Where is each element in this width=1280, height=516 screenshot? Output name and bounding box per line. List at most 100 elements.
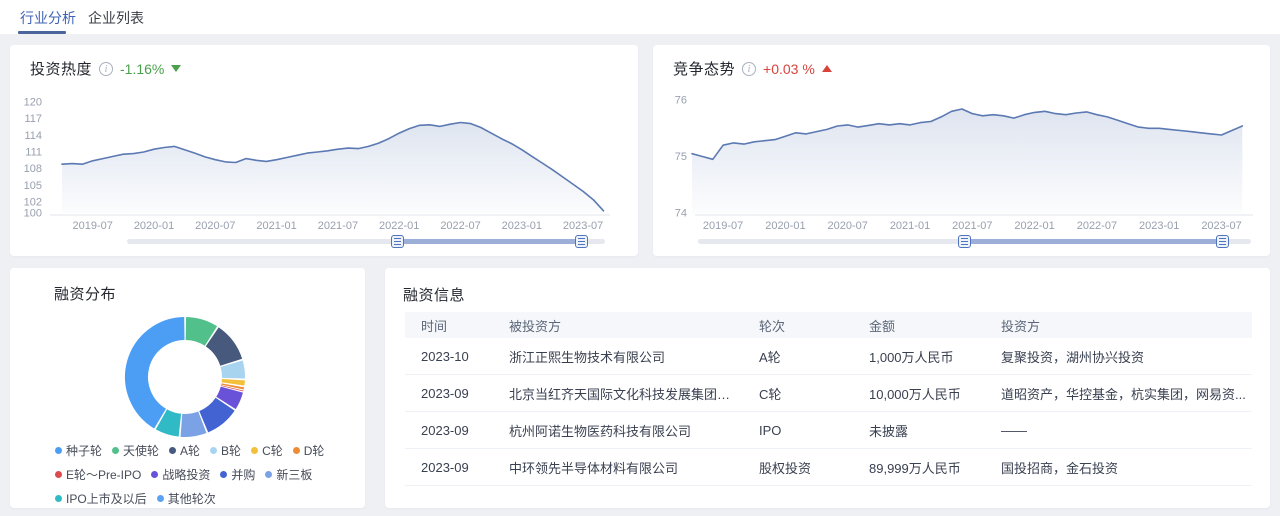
- table-row[interactable]: 2023-09杭州阿诺生物医药科技有限公司IPO未披露——: [405, 412, 1252, 449]
- tab-enterprise-list[interactable]: 企业列表: [88, 0, 144, 34]
- table-cell: 2023-10: [405, 338, 493, 375]
- legend-dot-icon: [265, 471, 272, 478]
- legend-label: 种子轮: [66, 442, 102, 459]
- legend-item[interactable]: C轮: [251, 442, 283, 459]
- donut-slice[interactable]: [136, 329, 184, 419]
- legend-item[interactable]: 新三板: [265, 466, 312, 483]
- legend-item[interactable]: B轮: [210, 442, 241, 459]
- rounds-legend: 种子轮天使轮 A轮 B轮 C轮 D轮 E轮～Pre-IPO 战略投资并购 新三板 IPO上市及以…: [55, 442, 355, 514]
- legend-item[interactable]: 种子轮: [55, 442, 102, 459]
- table-cell: 10,000万人民币: [853, 375, 985, 412]
- info-icon[interactable]: i: [99, 62, 113, 76]
- top-tab-bar: 行业分析 企业列表: [0, 0, 1280, 34]
- panel-title: 竞争态势: [673, 58, 735, 79]
- column-header: 金额: [853, 312, 985, 338]
- x-axis-label: 2022-07: [1077, 220, 1117, 232]
- financing-table-header: 时间被投资方轮次金额投资方: [405, 312, 1252, 338]
- active-tab-underline: [18, 31, 66, 34]
- datazoom-right-handle-icon[interactable]: [1216, 235, 1229, 248]
- legend-item[interactable]: 战略投资: [151, 466, 210, 483]
- panel-title: 融资信息: [403, 284, 465, 305]
- legend-label: 战略投资: [162, 466, 210, 483]
- x-axis-label: 2022-07: [440, 220, 480, 232]
- delta-value: -1.16%: [120, 61, 164, 77]
- datazoom-left-handle-icon[interactable]: [958, 235, 971, 248]
- legend-dot-icon: [169, 447, 176, 454]
- datazoom-range[interactable]: [398, 239, 582, 244]
- legend-item[interactable]: A轮: [169, 442, 200, 459]
- table-cell: 1,000万人民币: [853, 338, 985, 375]
- legend-label: C轮: [262, 442, 283, 459]
- tab-label: 企业列表: [88, 10, 144, 26]
- legend-label: E轮～Pre-IPO: [66, 466, 141, 483]
- legend-label: B轮: [221, 442, 241, 459]
- table-row[interactable]: 2023-10浙江正熙生物技术有限公司A轮1,000万人民币复聚投资，湖州协兴投…: [405, 338, 1252, 375]
- table-cell: 中环领先半导体材料有限公司: [493, 449, 743, 486]
- x-axis-label: 2020-07: [195, 220, 235, 232]
- financing-info-panel: 融资信息 时间被投资方轮次金额投资方 2023-10浙江正熙生物技术有限公司A轮…: [385, 268, 1270, 508]
- x-axis-label: 2021-01: [256, 220, 296, 232]
- info-icon[interactable]: i: [742, 62, 756, 76]
- legend-item[interactable]: D轮: [293, 442, 325, 459]
- financing-distribution-panel: 融资分布 种子轮天使轮 A轮 B轮 C轮 D轮 E轮～Pre-IPO 战略投资并购 新三板 IP…: [10, 268, 365, 508]
- y-axis-label: 105: [24, 180, 42, 192]
- y-axis-label: 75: [675, 151, 687, 163]
- donut-slice[interactable]: [181, 422, 202, 425]
- x-axis-label: 2019-07: [703, 220, 743, 232]
- donut-slice[interactable]: [186, 329, 211, 337]
- legend-row: E轮～Pre-IPO 战略投资并购 新三板: [55, 466, 355, 483]
- table-row[interactable]: 2023-09北京当红齐天国际文化科技发展集团有限...C轮10,000万人民币…: [405, 375, 1252, 412]
- legend-dot-icon: [210, 447, 217, 454]
- x-axis-label: 2019-07: [73, 220, 113, 232]
- table-cell: 2023-09: [405, 375, 493, 412]
- y-axis-label: 120: [24, 97, 42, 109]
- table-cell: 未披露: [853, 412, 985, 449]
- datazoom-range[interactable]: [965, 239, 1223, 244]
- tab-label: 行业分析: [20, 10, 76, 26]
- y-axis-label: 114: [24, 130, 42, 142]
- table-cell: 2023-09: [405, 449, 493, 486]
- area-fill: [62, 123, 604, 214]
- x-axis-label: 2023-07: [563, 220, 603, 232]
- legend-item[interactable]: 天使轮: [112, 442, 159, 459]
- donut-slice[interactable]: [212, 337, 231, 362]
- legend-label: D轮: [304, 442, 325, 459]
- table-cell: 2023-09: [405, 412, 493, 449]
- table-row[interactable]: 2023-09中环领先半导体材料有限公司股权投资89,999万人民币国投招商，金…: [405, 449, 1252, 486]
- datazoom-right-handle-icon[interactable]: [575, 235, 588, 248]
- legend-dot-icon: [55, 495, 62, 502]
- legend-dot-icon: [55, 471, 62, 478]
- y-axis-label: 111: [25, 147, 42, 159]
- table-cell: 股权投资: [743, 449, 853, 486]
- y-axis-label: 100: [24, 208, 42, 220]
- panel-title: 融资分布: [54, 283, 116, 304]
- column-header: 轮次: [743, 312, 853, 338]
- donut-slice[interactable]: [232, 364, 234, 378]
- x-axis-label: 2023-01: [502, 220, 542, 232]
- donut-slice[interactable]: [161, 419, 179, 425]
- datazoom-left-handle-icon[interactable]: [391, 235, 404, 248]
- legend-label: IPO上市及以后: [66, 490, 147, 507]
- y-axis-label: 74: [675, 208, 687, 220]
- x-axis-label: 2023-01: [1139, 220, 1179, 232]
- legend-dot-icon: [293, 447, 300, 454]
- legend-item[interactable]: 并购: [220, 466, 255, 483]
- legend-dot-icon: [251, 447, 258, 454]
- legend-dot-icon: [157, 495, 164, 502]
- x-axis-label: 2023-07: [1201, 220, 1241, 232]
- donut-slice[interactable]: [204, 404, 225, 422]
- legend-item[interactable]: E轮～Pre-IPO: [55, 466, 141, 483]
- x-axis-label: 2020-01: [765, 220, 805, 232]
- investment-heat-panel: 投资热度 i -1.16% 12011711411110810510210020…: [10, 45, 638, 256]
- tab-industry-analysis[interactable]: 行业分析: [20, 0, 76, 34]
- y-axis-label: 117: [24, 113, 42, 125]
- table-cell: C轮: [743, 375, 853, 412]
- legend-item[interactable]: IPO上市及以后: [55, 490, 147, 507]
- donut-slice[interactable]: [226, 390, 232, 403]
- financing-table: 时间被投资方轮次金额投资方 2023-10浙江正熙生物技术有限公司A轮1,000…: [405, 312, 1252, 486]
- legend-label: A轮: [180, 442, 200, 459]
- legend-item[interactable]: 其他轮次: [157, 490, 216, 507]
- legend-label: 新三板: [276, 466, 312, 483]
- x-axis-label: 2020-01: [134, 220, 174, 232]
- column-header: 被投资方: [493, 312, 743, 338]
